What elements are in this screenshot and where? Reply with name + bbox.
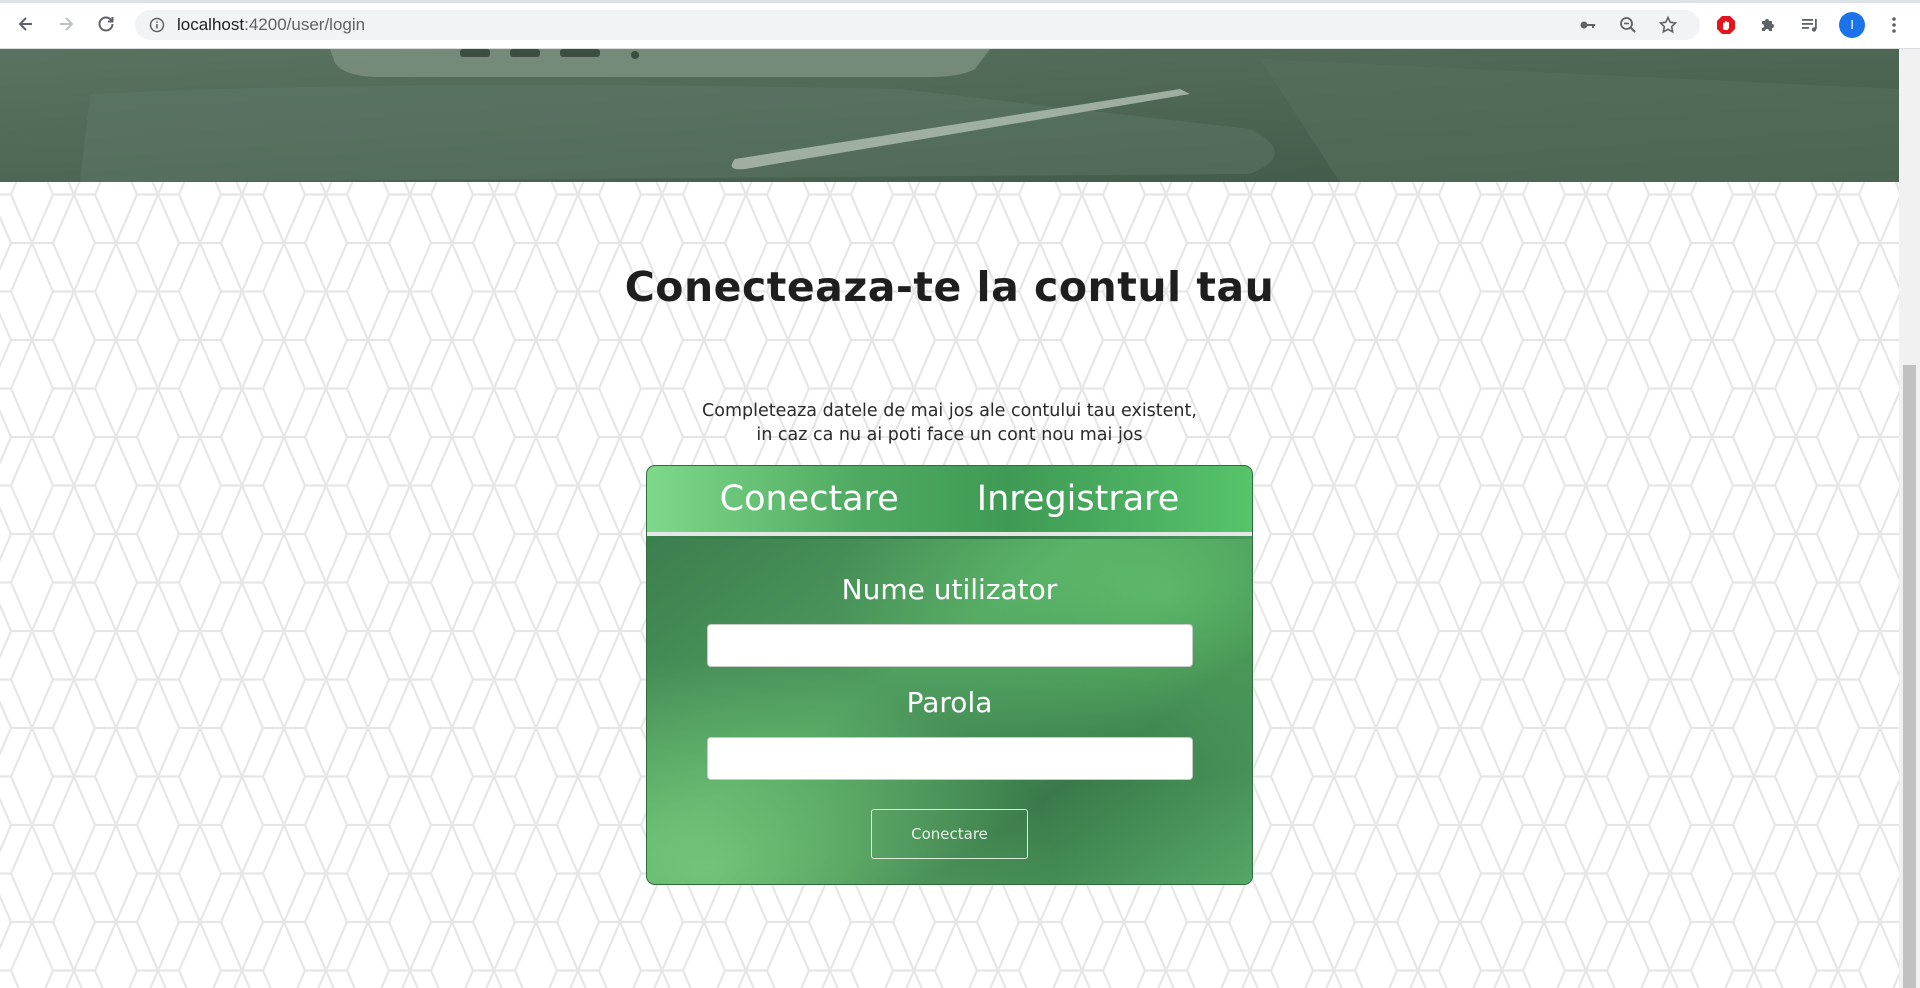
- back-button[interactable]: [6, 4, 46, 44]
- desk-photo-illustration: [0, 49, 1899, 182]
- login-submit-button[interactable]: Conectare: [871, 809, 1028, 859]
- subtitle-line-2: in caz ca nu ai poti face un cont nou ma…: [756, 425, 1143, 445]
- profile-button[interactable]: I: [1832, 5, 1872, 45]
- adblock-icon: [1717, 15, 1735, 34]
- password-input[interactable]: [707, 737, 1193, 780]
- forward-arrow-icon: [60, 17, 74, 31]
- puzzle-icon: [1762, 18, 1774, 31]
- reload-icon: [98, 16, 114, 32]
- page-scrollbar[interactable]: [1899, 49, 1920, 988]
- password-button[interactable]: [1570, 10, 1606, 40]
- address-bar-actions: [1570, 10, 1700, 40]
- zoom-button[interactable]: [1610, 10, 1646, 40]
- username-label: Nume utilizator: [841, 573, 1058, 606]
- media-button[interactable]: [1790, 5, 1830, 45]
- auth-tabs: Conectare Inregistrare: [647, 466, 1252, 536]
- address-bar[interactable]: localhost:4200/user/login: [135, 10, 1700, 40]
- adblock-button[interactable]: [1706, 5, 1746, 45]
- kebab-menu-icon: [1892, 16, 1896, 33]
- zoom-out-icon: [1620, 17, 1636, 33]
- menu-button[interactable]: [1874, 5, 1914, 45]
- login-card: Conectare Inregistrare Nume utilizator P…: [646, 465, 1253, 885]
- username-input[interactable]: [707, 624, 1193, 667]
- scrollbar-thumb[interactable]: [1903, 365, 1916, 988]
- tab-conectare[interactable]: Conectare: [720, 479, 899, 519]
- tab-inregistrare[interactable]: Inregistrare: [977, 479, 1180, 519]
- bookmark-button[interactable]: [1650, 10, 1686, 40]
- url-host: localhost: [177, 15, 245, 34]
- page-title: Conecteaza-te la contul tau: [624, 263, 1275, 311]
- address-url: localhost:4200/user/login: [177, 15, 365, 35]
- media-queue-icon: [1802, 18, 1817, 32]
- page-subtitle: Completeaza datele de mai jos ale contul…: [0, 399, 1899, 447]
- subtitle-line-1: Completeaza datele de mai jos ale contul…: [702, 401, 1197, 421]
- password-label: Parola: [906, 686, 993, 719]
- url-path: :4200/user/login: [244, 15, 366, 34]
- star-icon: [1658, 15, 1678, 34]
- back-arrow-icon: [18, 17, 32, 31]
- key-icon: [1580, 21, 1595, 29]
- forward-button[interactable]: [46, 4, 86, 44]
- login-form: Nume utilizator Parola Conectare: [647, 539, 1252, 884]
- tab-strip-edge: [0, 0, 1920, 3]
- browser-extensions: I: [1706, 0, 1914, 49]
- info-icon[interactable]: [149, 17, 165, 33]
- hero-image: [0, 49, 1899, 182]
- avatar: I: [1839, 11, 1865, 38]
- browser-toolbar: localhost:4200/user/login I: [0, 0, 1920, 49]
- extensions-button[interactable]: [1748, 5, 1788, 45]
- reload-button[interactable]: [86, 4, 126, 44]
